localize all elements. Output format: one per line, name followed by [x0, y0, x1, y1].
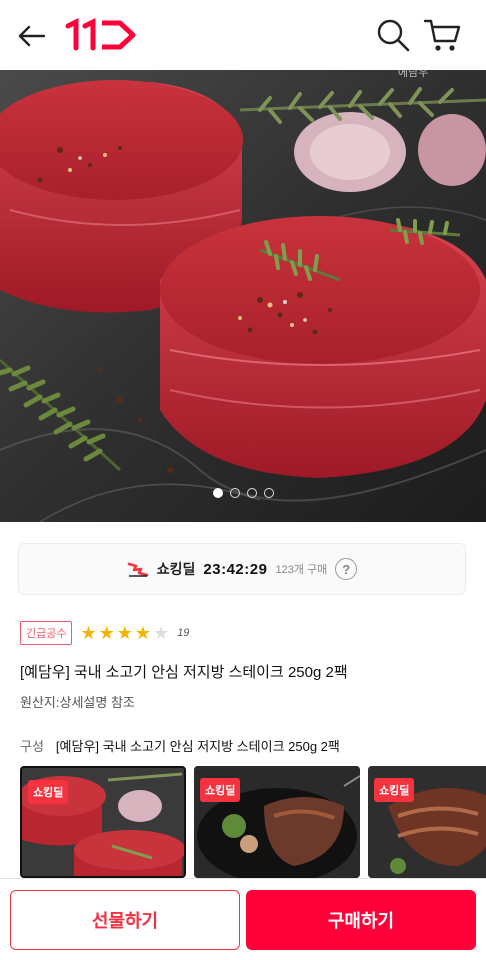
carousel-dot[interactable]	[212, 488, 223, 498]
bottom-action-bar: 선물하기 구매하기	[0, 878, 486, 960]
purchase-count: 123개 구매	[275, 564, 328, 576]
deal-label: 쇼킹딜	[156, 561, 196, 577]
cart-icon[interactable]	[422, 16, 462, 54]
composition-value[interactable]: [예담우] 국내 소고기 안심 저지방 스테이크 250g 2팩	[56, 736, 340, 755]
gift-button[interactable]: 선물하기	[10, 890, 240, 950]
option-thumbnail[interactable]: 쇼킹딜	[194, 766, 360, 878]
arrow-left-icon[interactable]	[14, 18, 50, 54]
carousel-dot[interactable]	[229, 488, 240, 498]
composition-label: 구성	[20, 739, 44, 754]
logo-icon[interactable]	[64, 16, 138, 54]
product-image-carousel[interactable]: 에담우	[0, 70, 486, 522]
composition-row: 구성 [예담우] 국내 소고기 안심 저지방 스테이크 250g 2팩	[20, 736, 340, 755]
star-icon: ★	[134, 623, 152, 643]
star-empty-icon: ★	[153, 623, 170, 643]
thumbnail-deal-badge: 쇼킹딜	[374, 778, 415, 802]
help-icon[interactable]: ?	[335, 558, 358, 580]
option-thumbnail-list[interactable]: 쇼킹딜 쇼킹딜 쇼킹딜	[20, 766, 486, 878]
thumbnail-deal-badge: 쇼킹딜	[200, 778, 241, 802]
deal-timer: 23:42:29	[203, 560, 268, 578]
shocking-deal-icon	[127, 562, 149, 577]
product-meta-row: 긴급공수 ★ ★ ★ ★ ★ 19	[20, 621, 189, 645]
rating-stars: ★ ★ ★ ★ ★	[80, 624, 169, 642]
product-title: [예담우] 국내 소고기 안심 저지방 스테이크 250g 2팩	[20, 664, 348, 681]
carousel-dot[interactable]	[263, 488, 274, 498]
carousel-indicator	[0, 488, 486, 498]
star-icon: ★	[80, 623, 97, 643]
review-count[interactable]: 19	[177, 627, 189, 639]
option-thumbnail[interactable]: 쇼킹딜	[20, 766, 186, 878]
urgent-badge: 긴급공수	[20, 621, 73, 645]
star-icon: ★	[98, 623, 115, 643]
option-thumbnail[interactable]: 쇼킹딜	[368, 766, 486, 878]
thumbnail-deal-badge: 쇼킹딜	[28, 780, 69, 804]
buy-button[interactable]: 구매하기	[246, 890, 476, 950]
hero-watermark: 에담우	[398, 70, 428, 79]
carousel-dot[interactable]	[246, 488, 257, 498]
shocking-deal-banner: 쇼킹딜 23:42:29 123개 구매 ?	[18, 543, 466, 595]
search-icon[interactable]	[374, 16, 412, 54]
product-photo: 에담우	[0, 70, 486, 522]
product-origin: 원산지:상세설명 참조	[20, 695, 135, 710]
top-bar	[0, 0, 486, 70]
star-icon: ★	[116, 623, 133, 643]
